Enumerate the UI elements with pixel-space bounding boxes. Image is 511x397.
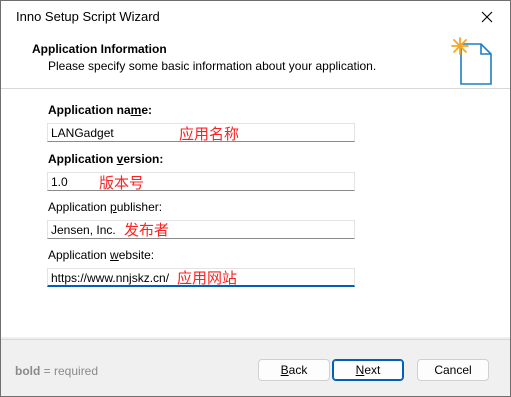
required-legend: bold = required bbox=[15, 364, 99, 378]
app-version-input[interactable]: 1.0 bbox=[47, 172, 355, 191]
wizard-window: Inno Setup Script Wizard Application Inf… bbox=[0, 0, 511, 397]
close-button[interactable] bbox=[464, 1, 510, 32]
app-website-label: Application website: bbox=[48, 248, 155, 262]
wizard-header: Application Information Please specify s… bbox=[1, 32, 510, 88]
app-name-label: Application name: bbox=[48, 103, 153, 117]
app-publisher-input[interactable]: Jensen, Inc. bbox=[47, 220, 355, 239]
window-title: Inno Setup Script Wizard bbox=[16, 9, 160, 24]
app-name-annotation: 应用名称 bbox=[179, 125, 240, 143]
wizard-document-icon bbox=[451, 37, 492, 85]
form-area: Application name: LANGadget 应用名称 Applica… bbox=[1, 89, 510, 337]
page-subtitle: Please specify some basic information ab… bbox=[48, 59, 377, 73]
app-website-annotation: 应用网站 bbox=[177, 269, 238, 287]
app-publisher-annotation: 发布者 bbox=[124, 221, 170, 239]
title-bar: Inno Setup Script Wizard bbox=[1, 1, 510, 32]
page-title: Application Information bbox=[32, 42, 167, 56]
app-version-label: Application version: bbox=[48, 152, 164, 166]
back-button[interactable]: Back bbox=[258, 359, 330, 381]
wizard-footer: bold = required Back Next Cancel bbox=[1, 340, 510, 396]
app-version-annotation: 版本号 bbox=[99, 174, 145, 192]
next-button[interactable]: Next bbox=[332, 359, 404, 381]
app-publisher-label: Application publisher: bbox=[48, 200, 163, 214]
cancel-button[interactable]: Cancel bbox=[417, 359, 489, 381]
close-icon bbox=[481, 11, 493, 22]
